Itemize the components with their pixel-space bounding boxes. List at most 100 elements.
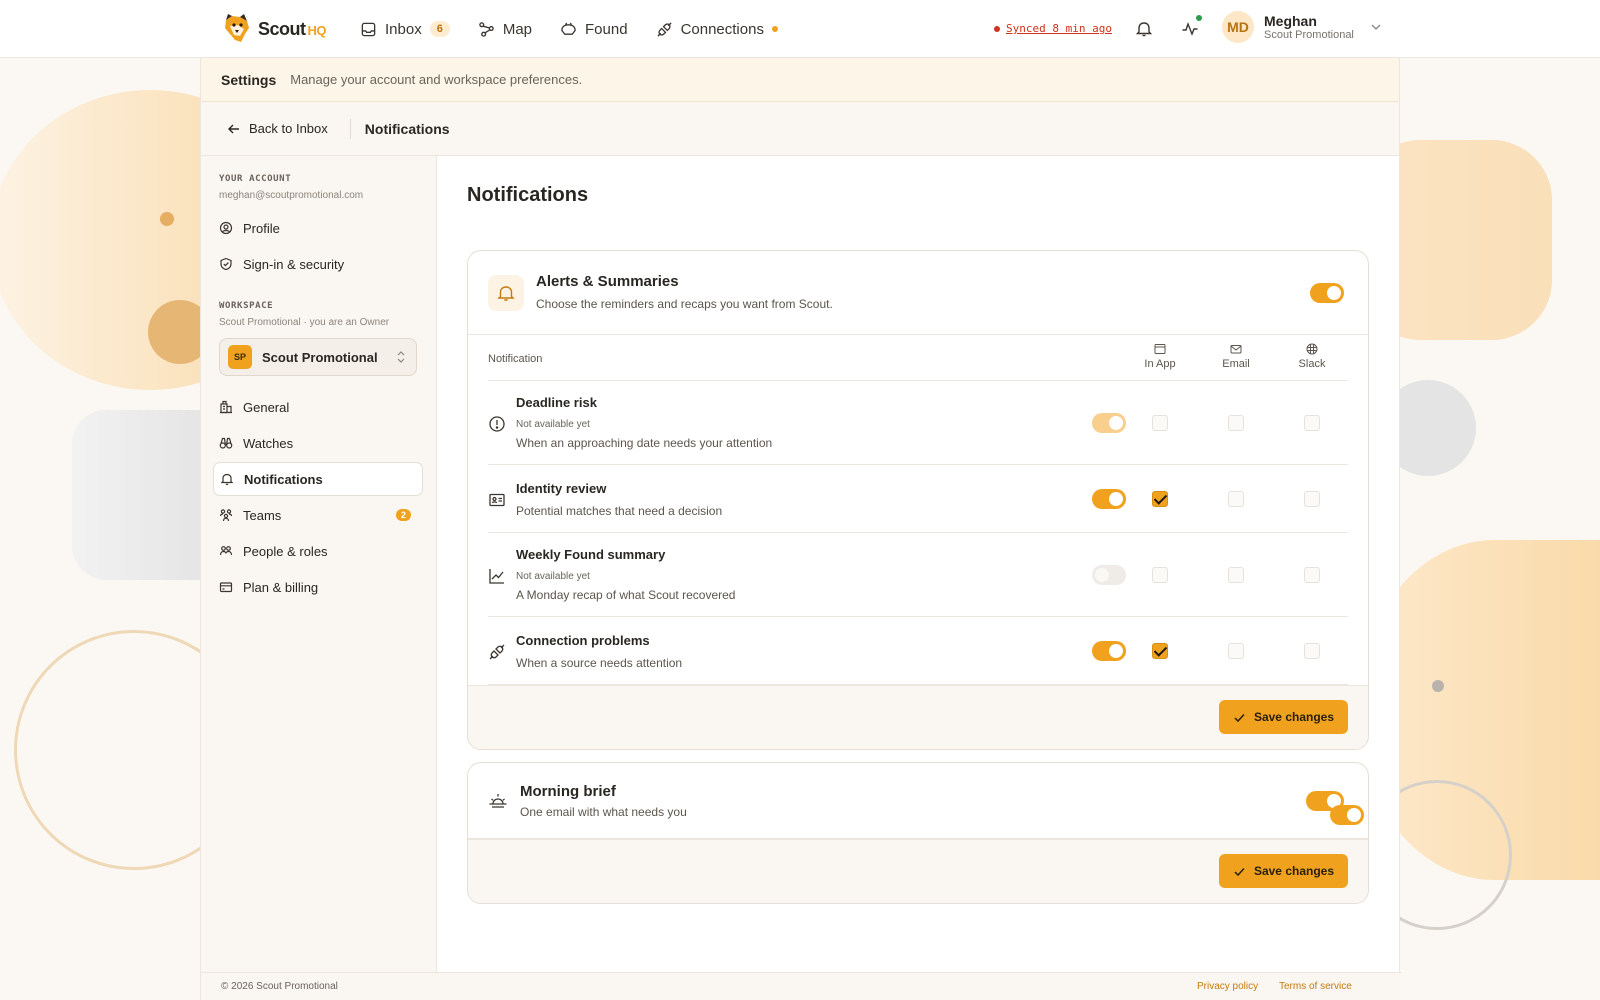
chevron-down-icon (1371, 24, 1381, 30)
notification-row-deadline-risk: Deadline risk Not available yet When an … (488, 381, 1348, 465)
notifications-button[interactable] (1132, 17, 1156, 41)
nav-inbox[interactable]: Inbox 6 (360, 21, 450, 38)
column-slack: Slack (1282, 343, 1342, 370)
connections-status-dot (771, 26, 778, 32)
top-bar: Scout HQ Inbox 6 Map Found Connections Sy… (0, 0, 1600, 58)
sidebar-item-security[interactable]: Sign-in & security (213, 247, 423, 281)
binoculars-icon (219, 437, 233, 449)
settings-frame: Settings Manage your account and workspa… (200, 58, 1401, 1000)
row-toggle-connection-problems[interactable] (1092, 641, 1126, 661)
teams-count-badge: 2 (395, 509, 411, 521)
sidebar-item-label: Teams (243, 507, 282, 523)
mail-icon (1230, 345, 1242, 354)
privacy-policy-link[interactable]: Privacy policy (1197, 981, 1258, 992)
sidebar-item-general[interactable]: General (213, 390, 423, 424)
sidebar-item-profile[interactable]: Profile (213, 211, 423, 245)
activity-indicator-dot (1196, 15, 1202, 21)
sidebar-item-watches[interactable]: Watches (213, 426, 423, 460)
checkbox-slack-deadline-risk[interactable] (1304, 415, 1320, 431)
page-footer: © 2026 Scout Promotional Privacy policy … (201, 972, 1401, 1000)
checkbox-slack-weekly-found-summary[interactable] (1304, 567, 1320, 583)
row-description: A Monday recap of what Scout recovered (516, 588, 736, 602)
save-alerts-button[interactable]: Save changes (1218, 700, 1348, 734)
sidebar-item-label: Sign-in & security (243, 256, 345, 272)
check-icon (1234, 713, 1245, 722)
id-card-icon (489, 493, 505, 507)
save-brief-button[interactable]: Save changes (1218, 854, 1348, 888)
row-title: Identity review (516, 481, 607, 496)
column-email-label: Email (1222, 358, 1250, 370)
workspace-select[interactable]: SP Scout Promotional (219, 338, 417, 376)
app-name: Scout HQ (258, 18, 327, 39)
checkbox-slack-identity-review[interactable] (1304, 491, 1320, 507)
scout-dog-icon (225, 14, 249, 42)
alert-circle-icon (489, 416, 505, 432)
morning-brief-title: Morning brief (520, 783, 616, 800)
page-title: Notifications (467, 184, 589, 206)
nav-connections-label: Connections (680, 20, 764, 38)
checkbox-email-weekly-found-summary[interactable] (1228, 567, 1244, 583)
column-slack-label: Slack (1298, 358, 1326, 370)
sidebar-item-people-roles[interactable]: People & roles (213, 534, 423, 568)
app-logo[interactable]: Scout HQ (220, 12, 327, 46)
checkbox-email-identity-review[interactable] (1228, 491, 1244, 507)
nav-connections[interactable]: Connections (656, 21, 778, 38)
shield-icon (220, 257, 232, 271)
sidebar-item-notifications[interactable]: Notifications (213, 462, 423, 496)
found-icon (561, 22, 576, 35)
morning-brief-card: Morning brief One email with what needs … (467, 762, 1369, 904)
notification-row-weekly-found-summary: Weekly Found summary Not available yet A… (488, 533, 1348, 617)
inbox-icon (361, 22, 376, 36)
checkbox-in-app-deadline-risk[interactable] (1152, 415, 1168, 431)
column-email: Email (1206, 343, 1266, 370)
alerts-card-icon (488, 275, 524, 311)
notification-row-connection-problems: Connection problems When a source needs … (488, 617, 1348, 685)
credit-card-icon (219, 582, 233, 593)
checkbox-email-connection-problems[interactable] (1228, 643, 1244, 659)
nav-map-label: Map (502, 20, 533, 38)
settings-header: Settings Manage your account and workspa… (201, 58, 1399, 102)
alerts-summaries-card: Alerts & Summaries Choose the reminders … (467, 250, 1369, 750)
sidebar-item-plan-billing[interactable]: Plan & billing (213, 570, 423, 604)
breadcrumb-divider (349, 118, 351, 139)
checkbox-slack-connection-problems[interactable] (1304, 643, 1320, 659)
avatar: MD (1222, 11, 1254, 43)
checkbox-in-app-identity-review[interactable] (1152, 491, 1168, 507)
settings-subtitle: Manage your account and workspace prefer… (290, 72, 583, 87)
account-email: meghan@scoutpromotional.com (219, 190, 364, 201)
row-availability-note: Not available yet (516, 419, 590, 430)
alerts-master-toggle[interactable] (1310, 283, 1344, 303)
trend-chart-icon (489, 569, 504, 584)
checkbox-in-app-connection-problems[interactable] (1152, 643, 1168, 659)
sidebar-item-teams[interactable]: Teams 2 (213, 498, 423, 532)
row-availability-note: Not available yet (516, 571, 590, 582)
nav-map[interactable]: Map (478, 21, 532, 38)
row-toggle-deadline-risk[interactable] (1092, 413, 1126, 433)
alerts-card-title: Alerts & Summaries (536, 273, 679, 290)
arrow-left-icon (228, 124, 239, 133)
sidebar-item-label: Plan & billing (243, 579, 319, 595)
window-icon (1154, 344, 1166, 354)
back-label: Back to Inbox (249, 121, 328, 136)
row-description: When a source needs attention (516, 656, 683, 670)
row-toggle-identity-review[interactable] (1092, 489, 1126, 509)
back-to-inbox-link[interactable]: Back to Inbox (227, 121, 328, 136)
checkbox-email-deadline-risk[interactable] (1228, 415, 1244, 431)
sidebar-item-label: People & roles (243, 543, 328, 559)
copyright: © 2026 Scout Promotional (221, 981, 338, 992)
nav-found[interactable]: Found (560, 21, 628, 38)
inbox-count-badge: 6 (429, 21, 450, 37)
breadcrumb-current: Notifications (364, 120, 450, 137)
row-toggle-weekly-found-summary[interactable] (1092, 565, 1126, 585)
map-icon (479, 21, 494, 37)
sidebar-item-label: Profile (243, 220, 280, 236)
terms-of-service-link[interactable]: Terms of service (1279, 981, 1352, 992)
workspace-subtitle: Scout Promotional · you are an Owner (219, 317, 390, 328)
sync-status[interactable]: Synced 8 min ago (994, 22, 1112, 35)
plug-icon (656, 21, 672, 37)
bell-icon (220, 473, 234, 485)
checkbox-in-app-weekly-found-summary[interactable] (1152, 567, 1168, 583)
activity-button[interactable] (1178, 15, 1202, 41)
morning-brief-toggle-knob[interactable] (1330, 805, 1364, 825)
user-menu[interactable]: MD Meghan Scout Promotional (1222, 11, 1382, 43)
